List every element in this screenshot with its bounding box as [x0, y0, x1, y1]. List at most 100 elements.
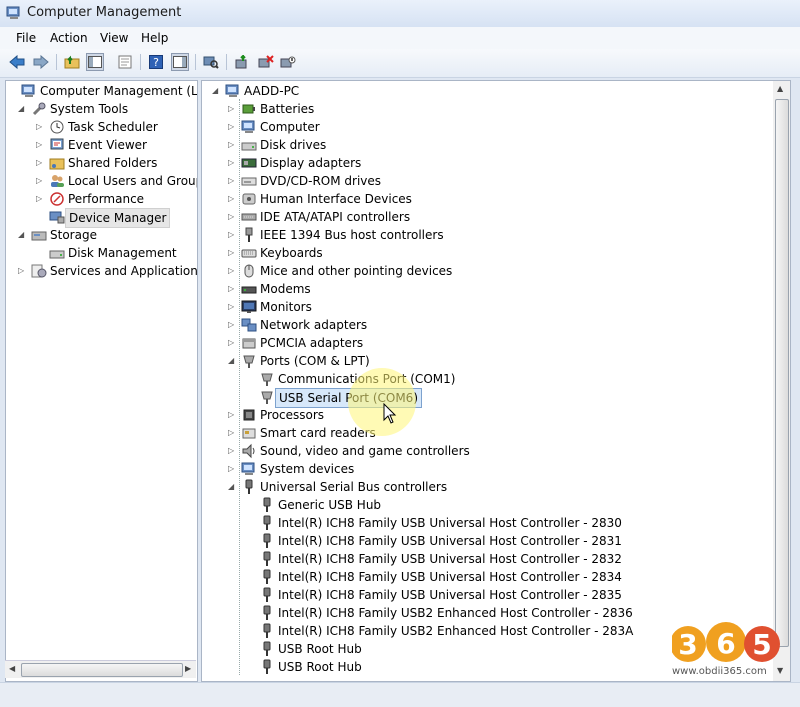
storage-icon [31, 227, 47, 243]
navigation-tree-item-label: Event Viewer [68, 138, 147, 152]
expand-arrow-icon[interactable]: ▷ [228, 316, 238, 334]
device-tree-item-label: Modems [260, 282, 311, 296]
collapse-arrow-icon[interactable]: ◢ [18, 226, 28, 244]
up-folder-icon[interactable] [63, 53, 81, 71]
status-bar [0, 682, 800, 707]
device-tree-item-label: Computer [260, 120, 320, 134]
expand-arrow-icon[interactable]: ▷ [36, 118, 46, 136]
clock-icon [49, 119, 65, 135]
collapse-arrow-icon[interactable]: ◢ [228, 478, 238, 496]
window-title: Computer Management [27, 5, 182, 20]
tools-icon [31, 101, 47, 117]
show-hide-tree-icon[interactable] [86, 53, 104, 71]
logo-digit-6: 6 [716, 627, 735, 660]
expand-arrow-icon[interactable]: ▷ [228, 190, 238, 208]
device-tree-item-label: Intel(R) ICH8 Family USB2 Enhanced Host … [278, 606, 633, 620]
help-icon[interactable]: ? [147, 53, 165, 71]
expand-arrow-icon[interactable]: ▷ [228, 424, 238, 442]
navigation-tree-item-label: Shared Folders [68, 156, 158, 170]
device-tree-item-label: Universal Serial Bus controllers [260, 480, 448, 494]
navigation-horizontal-scrollbar[interactable]: ◀ ▶ [5, 660, 196, 678]
processor-icon [241, 407, 257, 423]
expand-arrow-icon[interactable]: ▷ [36, 136, 46, 154]
device-tree-vertical-scrollbar[interactable]: ▲ ▼ [773, 80, 791, 682]
device-tree-item-label: Processors [260, 408, 325, 422]
device-tree-item-label: Batteries [260, 102, 315, 116]
performance-icon [49, 191, 65, 207]
collapse-arrow-icon[interactable]: ◢ [18, 100, 28, 118]
event-viewer-icon [49, 137, 65, 153]
expand-arrow-icon[interactable]: ▷ [228, 136, 238, 154]
scroll-left-icon[interactable]: ◀ [9, 664, 15, 673]
toolbar: ? [0, 49, 800, 78]
expand-arrow-icon[interactable]: ▷ [36, 172, 46, 190]
computer-icon [241, 119, 257, 135]
users-icon [49, 173, 65, 189]
forward-icon[interactable] [32, 53, 50, 71]
expand-arrow-icon[interactable]: ▷ [228, 208, 238, 226]
expand-arrow-icon[interactable]: ▷ [228, 154, 238, 172]
expand-arrow-icon[interactable]: ▷ [228, 460, 238, 478]
sound-icon [241, 443, 257, 459]
mouse-icon [241, 263, 257, 279]
device-tree-item-label: IEEE 1394 Bus host controllers [260, 228, 444, 242]
back-icon[interactable] [8, 53, 26, 71]
usb-icon [259, 533, 275, 549]
svg-text:?: ? [153, 56, 159, 69]
properties-icon[interactable] [116, 53, 134, 71]
usb-icon [259, 641, 275, 657]
vertical-scroll-thumb[interactable] [775, 99, 789, 647]
device-tree-item-label: Mice and other pointing devices [260, 264, 453, 278]
expand-arrow-icon[interactable]: ▷ [228, 298, 238, 316]
expand-arrow-icon[interactable]: ▷ [228, 262, 238, 280]
usb-icon [259, 551, 275, 567]
device-tree-item-label: Monitors [260, 300, 312, 314]
watermark-url: www.obdii365.com [672, 666, 767, 677]
usb-icon [259, 605, 275, 621]
smart-card-icon [241, 425, 257, 441]
update-driver-icon[interactable] [233, 53, 251, 71]
device-tree-item-label: Sound, video and game controllers [260, 444, 470, 458]
collapse-arrow-icon[interactable]: ◢ [212, 82, 222, 100]
expand-arrow-icon[interactable]: ▷ [228, 118, 238, 136]
expand-arrow-icon[interactable]: ▷ [36, 190, 46, 208]
tree-guide-line [239, 99, 240, 675]
computer-management-icon [6, 6, 20, 19]
expand-arrow-icon[interactable]: ▷ [228, 406, 238, 424]
horizontal-scroll-thumb[interactable] [21, 663, 183, 677]
menu-view[interactable]: View [100, 31, 128, 45]
scan-hardware-icon[interactable] [202, 53, 220, 71]
device-tree-item-label: Display adapters [260, 156, 362, 170]
network-icon [241, 317, 257, 333]
shared-folder-icon [49, 155, 65, 171]
device-manager-icon [49, 209, 65, 225]
expand-arrow-icon[interactable]: ▷ [36, 154, 46, 172]
expand-arrow-icon[interactable]: ▷ [228, 280, 238, 298]
expand-arrow-icon[interactable]: ▷ [228, 244, 238, 262]
expand-arrow-icon[interactable]: ▷ [228, 442, 238, 460]
expand-arrow-icon[interactable]: ▷ [228, 100, 238, 118]
expand-arrow-icon[interactable]: ▷ [228, 172, 238, 190]
expand-arrow-icon[interactable]: ▷ [18, 262, 28, 280]
expand-arrow-icon[interactable]: ▷ [228, 226, 238, 244]
disk-drive-icon [241, 137, 257, 153]
uninstall-icon[interactable] [257, 53, 275, 71]
show-hide-action-pane-icon[interactable] [171, 53, 189, 71]
scroll-up-icon[interactable]: ▲ [777, 84, 783, 93]
disable-icon[interactable] [279, 53, 297, 71]
menu-file[interactable]: File [16, 31, 36, 45]
device-tree-item-label: System devices [260, 462, 355, 476]
scroll-right-icon[interactable]: ▶ [185, 664, 191, 673]
pcmcia-icon [241, 335, 257, 351]
expand-arrow-icon[interactable]: ▷ [228, 334, 238, 352]
display-adapter-icon [241, 155, 257, 171]
usb-icon [259, 659, 275, 675]
device-tree-item-label: USB Root Hub [278, 660, 362, 674]
logo-digit-3: 3 [678, 628, 697, 661]
menu-help[interactable]: Help [141, 31, 168, 45]
battery-icon [241, 101, 257, 117]
modem-icon [241, 281, 257, 297]
collapse-arrow-icon[interactable]: ◢ [228, 352, 238, 370]
device-tree-item-label: Intel(R) ICH8 Family USB Universal Host … [278, 552, 622, 566]
menu-action[interactable]: Action [50, 31, 88, 45]
